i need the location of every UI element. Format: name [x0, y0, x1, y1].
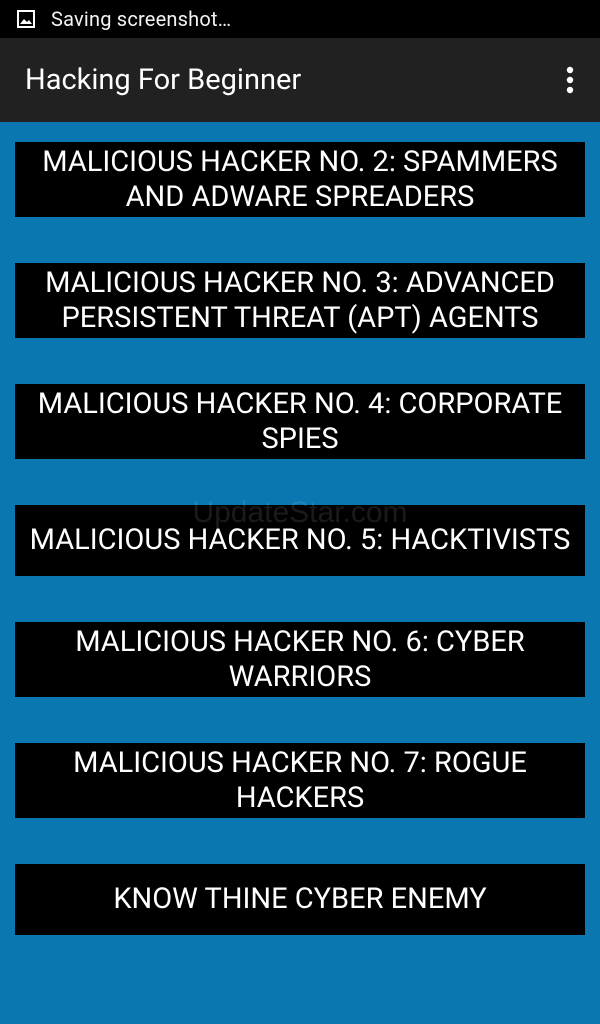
overflow-menu-icon[interactable]: [560, 60, 580, 100]
topic-list: MALICIOUS HACKER NO. 2: SPAMMERS AND ADW…: [0, 122, 600, 1024]
image-icon: [17, 10, 35, 28]
app-bar: Hacking For Beginner: [0, 38, 600, 122]
app-title: Hacking For Beginner: [25, 63, 302, 97]
topic-button-hacker-7[interactable]: MALICIOUS HACKER NO. 7: ROGUE HACKERS: [15, 743, 585, 818]
topic-button-hacker-6[interactable]: MALICIOUS HACKER NO. 6: CYBER WARRIORS: [15, 622, 585, 697]
status-bar: Saving screenshot…: [0, 0, 600, 38]
topic-button-hacker-3[interactable]: MALICIOUS HACKER NO. 3: ADVANCED PERSIST…: [15, 263, 585, 338]
topic-button-know-enemy[interactable]: KNOW THINE CYBER ENEMY: [15, 864, 585, 935]
status-text: Saving screenshot…: [51, 7, 232, 31]
topic-button-hacker-4[interactable]: MALICIOUS HACKER NO. 4: CORPORATE SPIES: [15, 384, 585, 459]
topic-button-hacker-2[interactable]: MALICIOUS HACKER NO. 2: SPAMMERS AND ADW…: [15, 142, 585, 217]
topic-button-hacker-5[interactable]: MALICIOUS HACKER NO. 5: HACKTIVISTS: [15, 505, 585, 576]
